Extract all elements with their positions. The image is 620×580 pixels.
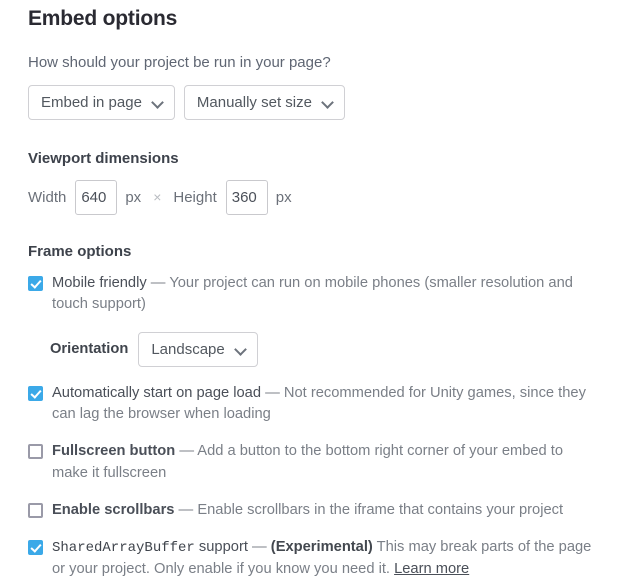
- mobile-friendly-label: Mobile friendly: [52, 274, 147, 291]
- width-unit: px: [125, 188, 142, 206]
- viewport-dimensions-row: Width px × Height px: [28, 179, 592, 215]
- option-auto-start: Automatically start on page load — Not r…: [28, 383, 592, 426]
- option-dash: —: [265, 384, 280, 401]
- embed-options-panel: Embed options How should your project be…: [0, 0, 620, 580]
- chevron-down-icon: [152, 97, 163, 108]
- size-mode-select[interactable]: Manually set size: [183, 84, 345, 120]
- orientation-value: Landscape: [151, 340, 225, 358]
- width-input[interactable]: [75, 179, 118, 215]
- embed-mode-row: Embed in page Manually set size: [28, 84, 592, 120]
- viewport-dimensions-section: Viewport dimensions Width px × Height px: [28, 150, 592, 215]
- height-unit: px: [275, 188, 292, 206]
- fullscreen-button-label: Fullscreen button: [52, 443, 176, 460]
- orientation-label: Orientation: [50, 341, 129, 358]
- height-input[interactable]: [225, 179, 268, 215]
- option-dash: —: [252, 539, 267, 556]
- enable-scrollbars-description: Enable scrollbars in the iframe that con…: [197, 502, 564, 519]
- embed-prompt-text: How should your project be run in your p…: [28, 54, 331, 72]
- chevron-down-icon: [322, 97, 333, 108]
- enable-scrollbars-checkbox[interactable]: [28, 503, 43, 519]
- viewport-section-title: Viewport dimensions: [28, 149, 179, 167]
- frame-section-title: Frame options: [28, 242, 132, 260]
- option-enable-scrollbars: Enable scrollbars — Enable scrollbars in…: [28, 500, 592, 521]
- auto-start-label: Automatically start on page load: [52, 384, 262, 401]
- orientation-row: Orientation Landscape: [50, 331, 592, 367]
- option-fullscreen-button: Fullscreen button — Add a button to the …: [28, 441, 592, 484]
- mobile-friendly-checkbox[interactable]: [28, 275, 43, 291]
- auto-start-checkbox[interactable]: [28, 385, 43, 401]
- option-mobile-friendly: Mobile friendly — Your project can run o…: [28, 273, 592, 316]
- height-label: Height: [173, 188, 217, 206]
- chevron-down-icon: [235, 344, 246, 355]
- sharedarraybuffer-checkbox[interactable]: [28, 540, 43, 556]
- option-dash: —: [150, 274, 166, 291]
- sharedarraybuffer-emphasis: (Experimental): [270, 539, 373, 556]
- size-mode-value: Manually set size: [196, 93, 312, 111]
- embed-mode-select[interactable]: Embed in page: [28, 84, 175, 120]
- learn-more-link[interactable]: Learn more: [394, 561, 469, 577]
- embed-mode-value: Embed in page: [41, 93, 142, 111]
- dimension-separator-icon: ×: [153, 189, 162, 206]
- width-label: Width: [28, 188, 67, 206]
- option-dash: —: [179, 443, 194, 460]
- orientation-select[interactable]: Landscape: [138, 331, 258, 367]
- sharedarraybuffer-label: SharedArrayBuffer: [52, 540, 195, 557]
- sharedarraybuffer-label-suffix: support: [198, 539, 248, 556]
- enable-scrollbars-label: Enable scrollbars: [52, 502, 175, 519]
- page-title: Embed options: [28, 7, 178, 30]
- frame-options-section: Frame options Mobile friendly — Your pro…: [28, 243, 592, 580]
- option-dash: —: [178, 502, 194, 519]
- fullscreen-button-checkbox[interactable]: [28, 444, 43, 460]
